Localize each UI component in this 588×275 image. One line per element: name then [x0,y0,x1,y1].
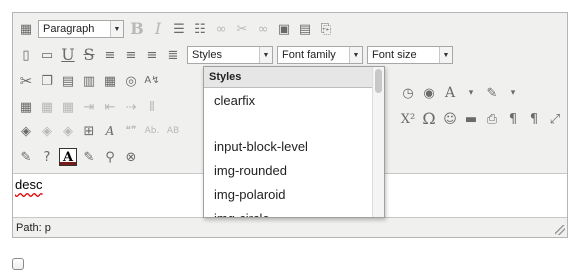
font-style-icon[interactable]: A [59,148,77,166]
toolbar-row-4: ▦ ▦ ▦ ⇥ ⇤ ⇢ ⫴ [17,95,164,119]
template-icon[interactable]: ⎘ [317,20,335,38]
strikethrough-icon[interactable]: S [80,46,98,64]
highlight-color-icon[interactable]: ✎ [483,84,501,102]
image-icon[interactable]: ▣ [275,20,293,38]
resize-grip-icon[interactable] [555,225,565,235]
insert-row-after-icon[interactable]: ⇤ [101,98,119,116]
font-size-select[interactable]: Font size ▼ [367,46,453,64]
bullet-list-icon[interactable]: ☰ [170,20,188,38]
scrollbar-thumb[interactable] [375,69,382,93]
fullscreen-icon[interactable]: ⤢ [546,110,564,128]
abbr-icon[interactable]: Ab. [143,122,161,140]
cut-icon[interactable]: ✂ [17,72,35,90]
toolbar-row-1: ▦ Paragraph ▼ B I ☰ ☷ ∞ ✂ ∞ ▣ ▤ ⎘ [17,17,338,41]
copy-icon[interactable]: ❐ [38,72,56,90]
toolbar-row-5: ◈ ◈ ◈ ⊞ A ❝❞ Ab. AB [17,119,185,143]
checkbox[interactable] [12,258,24,270]
paste-word-icon[interactable]: ▦ [101,72,119,90]
underline-icon[interactable]: U [59,46,77,64]
dropdown-item-blank[interactable] [204,112,372,134]
help-icon[interactable]: ? [38,148,56,166]
layer-icon[interactable]: ◈ [17,122,35,140]
bold-icon[interactable]: B [128,20,146,38]
spellcheck-icon[interactable]: ✎ [80,148,98,166]
dropdown-item-img-rounded[interactable]: img-rounded [204,158,372,182]
table-icon[interactable]: ▦ [17,98,35,116]
find-icon[interactable]: ◎ [122,72,140,90]
ltr-icon[interactable]: ¶ [504,110,522,128]
paste-text-icon[interactable]: ▥ [80,72,98,90]
unlink-icon[interactable]: ✂ [233,20,251,38]
styles-dropdown-header: Styles [204,67,384,88]
align-center-icon[interactable]: ≡ [122,46,140,64]
text-color-icon[interactable]: A [441,84,459,102]
clock-icon[interactable]: ◷ [399,84,417,102]
horizontal-rule-icon[interactable]: ▬ [462,110,480,128]
rtl-icon[interactable]: ¶ [525,110,543,128]
superscript-icon[interactable]: X² [399,110,417,128]
chevron-down-icon[interactable]: ▾ [504,84,522,102]
align-left-icon[interactable]: ≡ [101,46,119,64]
style-props-icon[interactable]: A [101,122,119,140]
toolbar-row-3-right: ◷ ◉ A ▾ ✎ ▾ [399,81,525,105]
path-label: Path: p [16,221,51,234]
dropdown-scrollbar[interactable] [372,67,384,217]
link-icon[interactable]: ∞ [212,20,230,38]
align-right-icon[interactable]: ≡ [143,46,161,64]
new-document-icon[interactable]: ▯ [17,46,35,64]
omega-icon[interactable]: Ω [420,110,438,128]
dropdown-item-clearfix[interactable]: clearfix [204,88,372,112]
styles-dropdown: Styles clearfix input-block-level img-ro… [203,66,385,218]
acronym-icon[interactable]: AB [164,122,182,140]
cleanup-icon[interactable]: ✎ [17,148,35,166]
font-family-select[interactable]: Font family ▼ [277,46,363,64]
remove-format-icon[interactable]: ⊗ [122,148,140,166]
styles-dropdown-list: clearfix input-block-level img-rounded i… [204,88,372,218]
insert-row-before-icon[interactable]: ⇥ [80,98,98,116]
toolbar-row-4-right: X² Ω ☺ ▬ ⎙ ¶ ¶ ⤢ [399,107,567,131]
dropdown-item-img-circle[interactable]: img-circle [204,206,372,218]
print-icon[interactable]: ⎙ [483,110,501,128]
chevron-down-icon: ▼ [110,21,123,37]
table-col-icon[interactable]: ▦ [59,98,77,116]
editor-status-bar: Path: p [13,217,567,237]
anchor-icon[interactable]: ∞ [254,20,272,38]
editor-content-text: desc [15,177,43,192]
styles-select-value: Styles [192,49,222,61]
binoculars-icon[interactable]: ⚲ [101,148,119,166]
cite-icon[interactable]: ❝❞ [122,122,140,140]
italic-icon[interactable]: I [149,20,167,38]
layer-back-icon[interactable]: ◈ [59,122,77,140]
emoticon-icon[interactable]: ☺ [441,110,459,128]
save-icon[interactable]: ▭ [38,46,56,64]
layer-forward-icon[interactable]: ◈ [38,122,56,140]
chevron-down-icon: ▼ [259,47,272,63]
dropdown-item-input-block-level[interactable]: input-block-level [204,134,372,158]
preview-icon[interactable]: ◉ [420,84,438,102]
toolbar-row-2: ▯ ▭ U S ≡ ≡ ≡ ≣ Styles ▼ Font family ▼ F… [17,43,453,67]
chevron-down-icon[interactable]: ▾ [462,84,480,102]
toolbar-row-3: ✂ ❐ ▤ ▥ ▦ ◎ A↯ [17,69,164,93]
insert-layer-icon[interactable]: ⊞ [80,122,98,140]
font-family-select-value: Font family [282,49,336,61]
chevron-down-icon: ▼ [439,47,452,63]
table-row-icon[interactable]: ▦ [38,98,56,116]
delete-row-icon[interactable]: ⇢ [122,98,140,116]
justify-icon[interactable]: ≣ [164,46,182,64]
replace-icon[interactable]: A↯ [143,72,161,90]
toolbar-row-6: ✎ ? A ✎ ⚲ ⊗ [17,145,143,169]
paste-icon[interactable]: ▤ [59,72,77,90]
chevron-down-icon: ▼ [349,47,362,63]
styles-select[interactable]: Styles ▼ [187,46,273,64]
font-size-select-value: Font size [372,49,417,61]
format-select-value: Paragraph [43,23,95,35]
format-select[interactable]: Paragraph ▼ [38,20,124,38]
numbered-list-icon[interactable]: ☷ [191,20,209,38]
media-icon[interactable]: ▤ [296,20,314,38]
insert-col-icon[interactable]: ⫴ [143,98,161,116]
dropdown-item-img-polaroid[interactable]: img-polaroid [204,182,372,206]
toggle-toolbar-icon[interactable]: ▦ [17,20,35,38]
